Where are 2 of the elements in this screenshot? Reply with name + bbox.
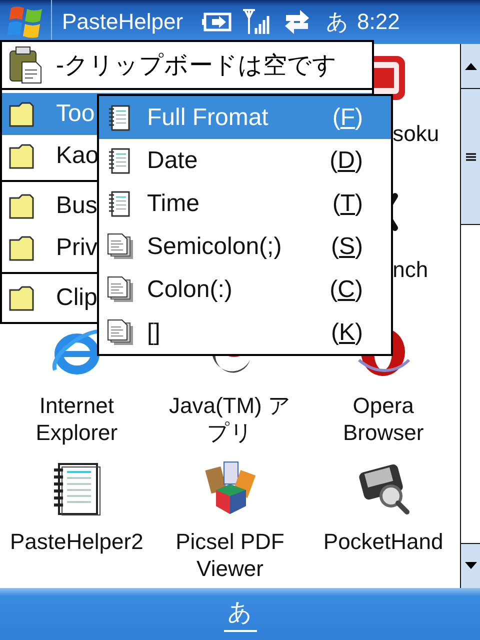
clipboard-status-text: -クリップボードは空です bbox=[56, 51, 337, 81]
window-title: PasteHelper bbox=[62, 9, 184, 35]
